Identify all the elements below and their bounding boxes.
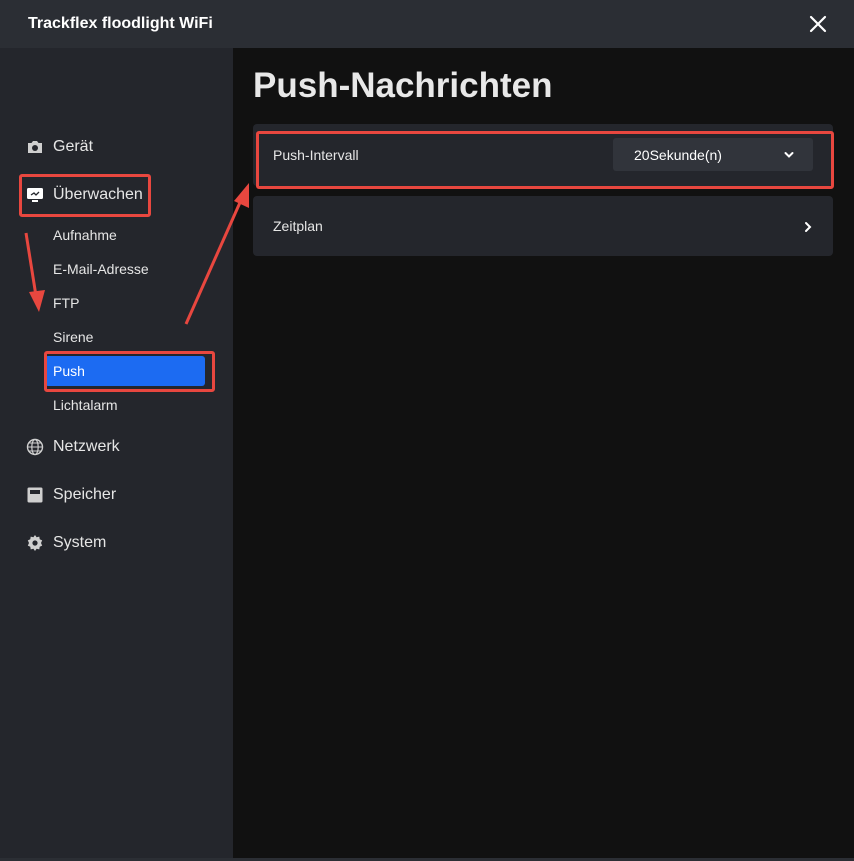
push-interval-row: Push-Intervall 20Sekunde(n) [253, 124, 833, 186]
storage-icon [26, 486, 44, 504]
push-interval-value: 20Sekunde(n) [634, 146, 722, 163]
sidebar-item-netzwerk[interactable]: Netzwerk [18, 427, 120, 467]
sidebar-subitem-sirene[interactable]: Sirene [45, 322, 205, 352]
sidebar-item-geraet[interactable]: Gerät [18, 127, 93, 167]
push-interval-select[interactable]: 20Sekunde(n) [613, 138, 813, 171]
push-interval-label: Push-Intervall [273, 147, 359, 163]
sidebar-subitem-lichtalarm[interactable]: Lichtalarm [45, 390, 205, 420]
sidebar-subitem-ftp[interactable]: FTP [45, 288, 205, 318]
close-icon[interactable] [806, 12, 830, 36]
sidebar: Gerät Überwachen Aufnahme E-Mail-Adresse… [0, 48, 233, 858]
camera-icon [26, 138, 44, 156]
chevron-right-icon [803, 220, 813, 232]
sidebar-subitem-label: FTP [53, 295, 80, 311]
sidebar-subitem-label: Push [53, 363, 85, 379]
globe-icon [26, 438, 44, 456]
gear-icon [26, 534, 44, 552]
window-title: Trackflex floodlight WiFi [28, 15, 213, 32]
schedule-row[interactable]: Zeitplan [253, 196, 833, 256]
sidebar-subitem-label: Aufnahme [53, 227, 117, 243]
sidebar-subitem-email[interactable]: E-Mail-Adresse [45, 254, 205, 284]
sidebar-subitem-aufnahme[interactable]: Aufnahme [45, 220, 205, 250]
chevron-down-icon [783, 148, 795, 160]
main-content: Push-Nachrichten Push-Intervall 20Sekund… [233, 48, 854, 858]
sidebar-item-label: Überwachen [53, 186, 143, 203]
sidebar-item-ueberwachen[interactable]: Überwachen [18, 175, 143, 215]
sidebar-subitem-push[interactable]: Push [45, 356, 205, 386]
schedule-label: Zeitplan [273, 218, 323, 234]
monitor-icon [26, 186, 44, 204]
sidebar-subitem-label: Sirene [53, 329, 94, 345]
sidebar-subitem-label: Lichtalarm [53, 397, 118, 413]
sidebar-item-speicher[interactable]: Speicher [18, 475, 116, 515]
window-titlebar: Trackflex floodlight WiFi [0, 0, 854, 48]
sidebar-item-label: System [53, 534, 107, 551]
sidebar-item-system[interactable]: System [18, 523, 106, 563]
sidebar-item-label: Speicher [53, 486, 117, 503]
page-title: Push-Nachrichten [253, 66, 553, 105]
sidebar-item-label: Netzwerk [53, 438, 120, 455]
sidebar-item-label: Gerät [53, 138, 94, 155]
sidebar-subitem-label: E-Mail-Adresse [53, 261, 149, 277]
